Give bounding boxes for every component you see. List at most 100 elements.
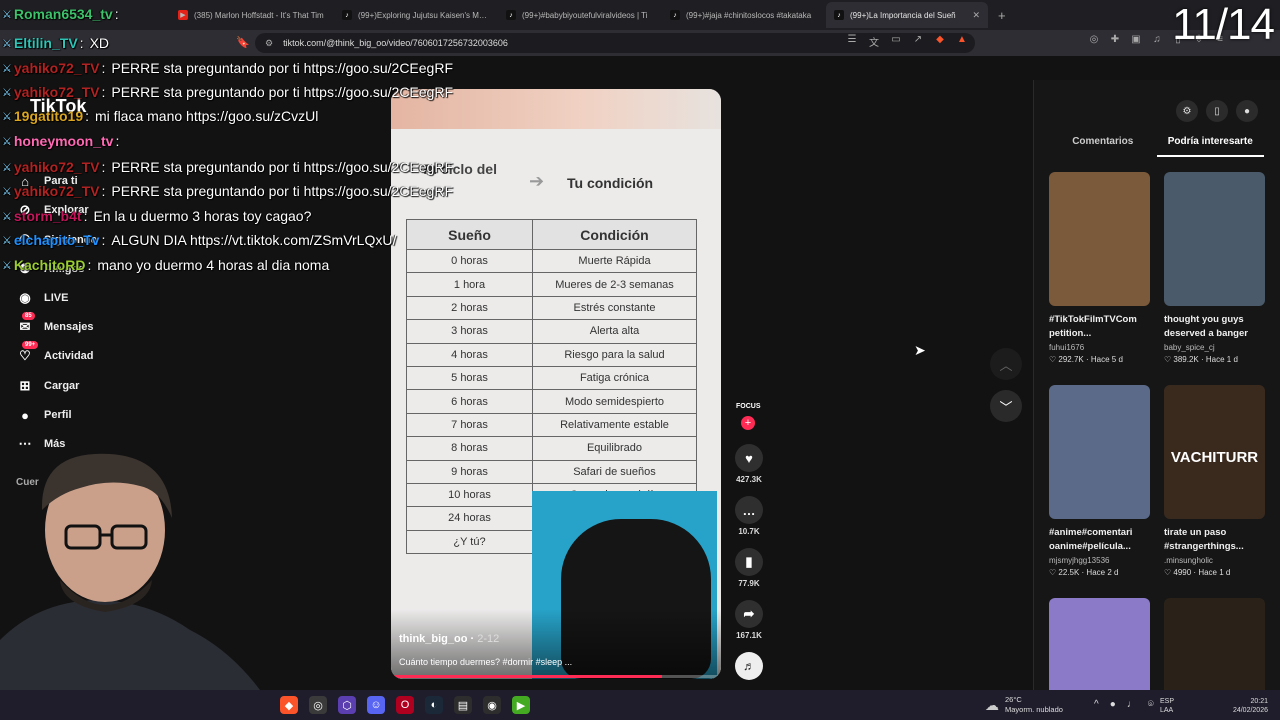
next-video-button[interactable]: ﹀ [990, 390, 1022, 422]
save-button[interactable]: ▮ 77.9K [734, 548, 764, 588]
close-tab-icon[interactable]: ✕ [972, 10, 980, 21]
translate-icon[interactable]: 文 [868, 34, 880, 49]
browser-tab[interactable]: ♪ (99+)#babybiyoutefulviralvideos | Ti [498, 2, 660, 28]
app-icon[interactable]: ◎ [309, 696, 327, 714]
extension-icon[interactable]: ◎ [1088, 34, 1100, 45]
sidebar-item-live[interactable]: ◉ LIVE [16, 289, 68, 307]
browser-tab[interactable]: ▶ (385) Marlon Hoffstadt - It's That Tim [170, 2, 332, 28]
app-icon[interactable]: ▤ [454, 696, 472, 714]
panel-top-icons: ⚙ ▯ ● [1176, 100, 1258, 122]
steam-icon[interactable]: ◐ [425, 696, 443, 714]
weather-widget[interactable]: ☁ 26°C Mayorm. nublado [985, 695, 1063, 715]
share-icon[interactable]: ↗ [912, 34, 924, 49]
table-row: 3 horas Alerta alta [406, 319, 697, 344]
sidebar-item-profile[interactable]: ● Perfil [16, 406, 72, 424]
chat-text: PERRE sta preguntando por ti https://goo… [111, 84, 454, 100]
sidebar-item-label: LIVE [44, 292, 69, 304]
heart-outline-icon: ♡ [1049, 355, 1059, 364]
recommended-video-card[interactable]: VACHITURR tirate un paso #strangerthings.… [1164, 385, 1265, 577]
new-tab-button[interactable]: + [990, 8, 1014, 23]
sidebar-item-upload[interactable]: ⊞ Cargar [16, 377, 80, 395]
browser-tab-bar: ▶ (385) Marlon Hoffstadt - It's That Tim … [0, 0, 1280, 30]
video-player[interactable]: Tu ciclo del ➔ Tu condición Sueño Condic… [391, 89, 721, 679]
settings-icon[interactable]: ⚙ [1176, 100, 1198, 122]
chat-username: honeymoon_tv [13, 133, 114, 149]
url-text: tiktok.com/@think_big_oo/video/760601725… [283, 38, 508, 48]
browser-tab[interactable]: ♪ (99+)Exploring Jujutsu Kaisen's Makı [334, 2, 496, 28]
condition-cell: Riesgo para la salud [532, 342, 697, 367]
condition-cell: Estrés constante [532, 295, 697, 321]
recommended-video-card[interactable]: thought you guys deserved a banger baby_s… [1164, 172, 1265, 364]
video-author[interactable]: think_big_oo · 2-12 [399, 633, 499, 645]
clock[interactable]: 20:21 24/02/2026 [1226, 697, 1268, 715]
sleep-hours-cell: 4 horas [406, 342, 533, 367]
chat-message: ⚔ honeymoon_tv: [2, 133, 125, 149]
recommended-video-card[interactable]: #TikTokFilmTVCom petition... fuhui1676 ♡ 2… [1049, 172, 1150, 364]
video-description[interactable]: Cuánto tiempo duermes? #dormir #sleep ..… [399, 657, 572, 667]
tab-podria-interesarte[interactable]: Podría interesarte [1156, 136, 1264, 157]
previous-video-button[interactable]: ︿ [990, 348, 1022, 380]
app-icon[interactable]: ▶ [512, 696, 530, 714]
video-progress-bar[interactable] [391, 675, 721, 678]
chat-message: ⚔ storm_b4t: En la u duermo 3 horas toy ca… [2, 208, 311, 224]
sidebar-item-messages[interactable]: ✉ 85 Mensajes [16, 312, 94, 336]
puzzle-icon[interactable]: ✚ [1109, 34, 1121, 45]
taskbar-apps: ◆ ◎ ⬡ ☺ O ◐ ▤ ◉ ▶ [280, 696, 530, 714]
opera-icon[interactable]: O [396, 696, 414, 714]
chat-text: ALGUN DIA https://vt.tiktok.com/ZSmVrLQx… [111, 232, 397, 248]
chat-separator: : [101, 60, 106, 76]
comment-icon: … [735, 496, 763, 524]
sidebar-item-label: Perfil [44, 409, 72, 421]
tab-comentarios[interactable]: Comentarios [1049, 136, 1157, 157]
device-icon[interactable]: ▯ [1206, 100, 1228, 122]
card-username: fuhui1676 [1049, 343, 1085, 352]
chat-separator: : [101, 159, 106, 175]
discord-icon[interactable]: ☺ [367, 696, 385, 714]
browser-tab[interactable]: ♪ (99+)#jaja #chinitoslocos #takataka [662, 2, 824, 28]
reader-icon[interactable]: ☰ [846, 34, 858, 49]
browser-tab-active[interactable]: ♪ (99+)La Importancia del Sueñ ✕ [826, 2, 988, 28]
table-row: 1 hora Mueres de 2-3 semanas [406, 272, 697, 297]
chat-username: yahiko72_TV [13, 183, 100, 199]
sleep-hours-cell: 1 hora [406, 272, 533, 297]
obs-icon[interactable]: ◉ [483, 696, 501, 714]
tiktok-icon: ♪ [834, 10, 844, 20]
chat-separator: : [101, 84, 106, 100]
like-button[interactable]: ♥ 427.3K [734, 444, 764, 484]
chat-message: ⚔ yahiko72_TV: PERRE sta preguntando por t… [2, 84, 453, 100]
chevron-up-icon[interactable]: ^ [1094, 699, 1099, 710]
brave-shield-icon[interactable]: ◆ [934, 34, 946, 49]
bookmark-icon[interactable]: 🔖 [236, 36, 250, 49]
chat-text: PERRE sta preguntando por ti https://goo… [111, 60, 454, 76]
brave-browser-icon[interactable]: ◆ [280, 696, 298, 714]
music-icon[interactable]: ♫ [1151, 34, 1163, 45]
user-avatar[interactable]: ● [1236, 100, 1258, 122]
video-thumbnail: VACHITURR [1164, 385, 1265, 519]
sword-badge-icon: ⚔ [2, 62, 12, 75]
wallet-icon[interactable]: ▣ [1130, 34, 1142, 45]
sleep-hours-cell: 24 horas [406, 506, 533, 531]
cast-icon[interactable]: ▭ [890, 34, 902, 49]
video-nav: ︿ ﹀ [990, 348, 1022, 432]
sword-badge-icon: ⚔ [2, 8, 12, 21]
mic-tray-icon[interactable]: ⌾ [1148, 699, 1154, 710]
app-icon[interactable]: ⬡ [338, 696, 356, 714]
comment-button[interactable]: … 10.7K [734, 496, 764, 536]
brave-rewards-icon[interactable]: ▲ [956, 34, 968, 49]
sword-badge-icon: ⚔ [2, 185, 12, 198]
sword-badge-icon: ⚔ [2, 259, 12, 272]
sidebar-item-activity[interactable]: ♡ 99+ Actividad [16, 341, 94, 365]
microphone-icon[interactable]: ♩ [1127, 699, 1137, 710]
share-button[interactable]: ➦ 167.1K [734, 600, 764, 640]
recommended-video-card[interactable]: #anime#comentari oanime#película... mjsmy… [1049, 385, 1150, 577]
table-row: 8 horas Equilibrado [406, 436, 697, 461]
table-row: 7 horas Relativamente estable [406, 412, 697, 438]
sound-disc-icon[interactable]: ♬ [735, 652, 763, 680]
language-indicator[interactable]: ESP LAA [1160, 697, 1174, 715]
follow-plus-icon[interactable]: + [741, 416, 755, 430]
notification-badge: 85 [22, 312, 35, 320]
chat-text: PERRE sta preguntando por ti https://goo… [111, 183, 454, 199]
site-settings-icon[interactable]: ⚙ [265, 38, 273, 49]
sleep-hours-cell: 2 horas [406, 295, 533, 321]
app-tray-icon[interactable]: ● [1110, 699, 1116, 710]
